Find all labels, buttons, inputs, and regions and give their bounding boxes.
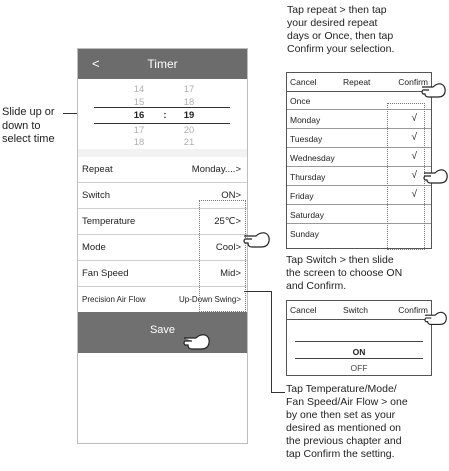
switch-dialog: Cancel Switch Confirm ON OFF [286, 300, 432, 376]
settings-caption-line: the previous chapter and [286, 435, 402, 447]
picker-hour: 17 [133, 125, 145, 136]
settings-caption-line: Fan Speed/Air Flow > one [286, 396, 408, 408]
setting-value: Monday....> [191, 164, 241, 175]
picker-minute: 17 [183, 84, 195, 95]
hand-pointer-icon [424, 311, 447, 326]
switch-caption-line: Tap Switch > then slide [286, 254, 394, 266]
setting-label: Precision Air Flow [82, 295, 146, 304]
checkmark-highlight-box [387, 103, 425, 250]
hand-pointer-icon [421, 83, 446, 98]
setting-label: Repeat [82, 164, 113, 175]
switch-dialog-title: Switch [343, 305, 369, 315]
day-label: Thursday [290, 172, 326, 182]
repeat-caption-line: your desired repeat [287, 17, 378, 29]
picker-row: 17 20 [78, 125, 247, 137]
connector-line [271, 392, 285, 393]
switch-caption-line: and Confirm. [286, 280, 347, 292]
slide-caption-line: Slide up or [2, 106, 55, 118]
hand-pointer-icon [423, 169, 448, 184]
setting-label: Mode [82, 242, 106, 253]
timer-screen: < Timer 14 17 15 18 16 : 19 17 20 18 21 … [77, 48, 248, 444]
day-label: Wednesday [290, 153, 335, 163]
setting-label: Switch [82, 190, 110, 201]
picker-row: 18 21 [78, 137, 247, 149]
repeat-caption-line: Tap repeat > then tap [287, 4, 387, 16]
day-label: Saturday [290, 210, 325, 220]
value-highlight-box [199, 200, 246, 312]
setting-repeat[interactable]: Repeat Monday....> [78, 157, 247, 183]
picker-hour: 14 [133, 84, 145, 95]
switch-dialog-header: Cancel Switch Confirm [287, 301, 431, 320]
slide-caption: Slide up or down to select time [2, 106, 72, 147]
day-label: Monday [290, 115, 321, 125]
switch-divider [295, 341, 423, 342]
picker-minute: 20 [183, 125, 195, 136]
picker-separator: : [163, 110, 167, 121]
picker-minute: 19 [183, 110, 195, 121]
picker-selection-line [94, 123, 230, 124]
hand-pointer-icon [243, 232, 270, 248]
switch-caption: Tap Switch > then slide the screen to ch… [286, 254, 448, 293]
connector-line [262, 248, 263, 249]
setting-label: Fan Speed [82, 268, 129, 279]
setting-label: Temperature [82, 216, 136, 227]
switch-option-on[interactable]: ON [287, 347, 431, 357]
day-label: Once [290, 96, 311, 106]
repeat-caption-line: Confirm your selection. [287, 43, 395, 55]
repeat-caption: Tap repeat > then tap your desired repea… [287, 4, 447, 56]
repeat-dialog-header: Cancel Repeat Confirm [287, 73, 431, 92]
repeat-cancel-button[interactable]: Cancel [290, 77, 316, 87]
repeat-caption-line: days or Once, then tap [287, 30, 394, 42]
timer-footer: Save [78, 312, 247, 353]
picker-selection-line [94, 107, 230, 108]
slide-caption-line: select time [2, 133, 55, 145]
switch-cancel-button[interactable]: Cancel [290, 305, 316, 315]
day-label: Tuesday [290, 134, 323, 144]
day-label: Sunday [290, 229, 319, 239]
picker-minute: 21 [183, 137, 195, 148]
day-label: Friday [290, 191, 314, 201]
settings-caption: Tap Temperature/Mode/ Fan Speed/Air Flow… [286, 383, 448, 461]
hand-pointer-icon [183, 334, 210, 350]
connector-line [271, 291, 272, 393]
picker-row-selected: 16 : 19 [78, 110, 247, 122]
switch-caption-line: the screen to choose ON [286, 267, 403, 279]
slide-caption-line: down to [2, 119, 41, 132]
picker-hour: 16 [133, 110, 145, 121]
save-button[interactable]: Save [78, 324, 247, 336]
timer-title: Timer [147, 57, 178, 71]
time-picker[interactable]: 14 17 15 18 16 : 19 17 20 18 21 [78, 79, 247, 149]
picker-hour: 18 [133, 137, 145, 148]
switch-divider [295, 358, 423, 359]
timer-header: < Timer [78, 49, 247, 79]
settings-caption-line: by one then set as your [286, 409, 396, 421]
switch-option-off[interactable]: OFF [287, 363, 431, 373]
repeat-dialog: Cancel Repeat Confirm Once Monday √ Tues… [286, 72, 432, 250]
connector-line [244, 291, 272, 292]
settings-caption-line: desired as mentioned on [286, 422, 401, 434]
settings-caption-line: Tap Temperature/Mode/ [286, 383, 397, 395]
repeat-dialog-title: Repeat [343, 77, 371, 87]
settings-caption-line: tap Confirm the setting. [286, 448, 395, 460]
picker-row: 14 17 [78, 84, 247, 96]
section-divider [78, 149, 247, 157]
